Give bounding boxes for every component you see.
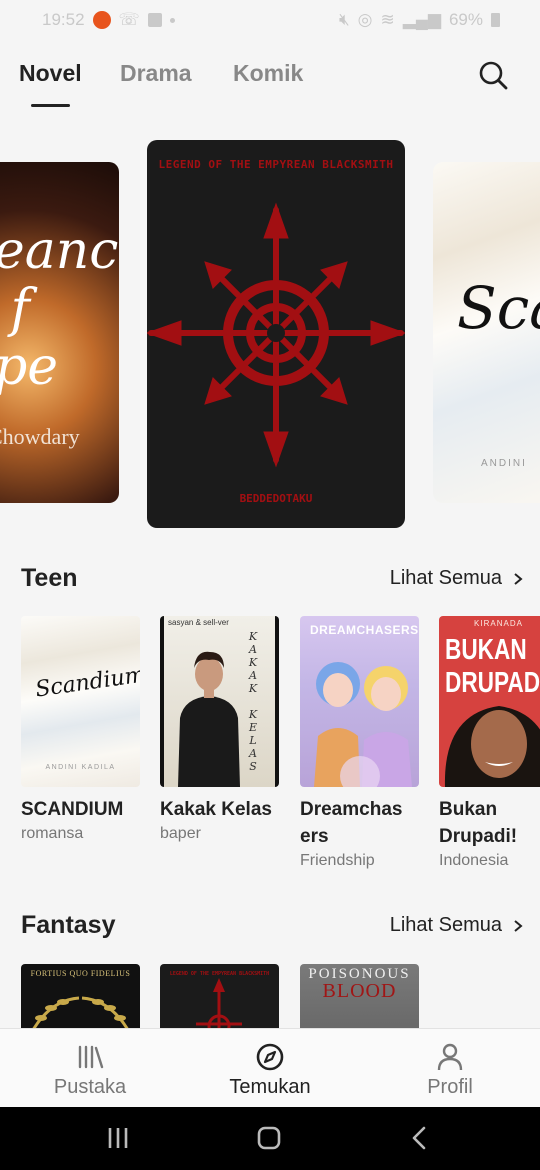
book-cover: FORTIUS QUO FIDELIUS [21,964,140,1028]
alarm-icon: ◎ [357,10,373,29]
section-title-fantasy: Fantasy [21,911,116,939]
carousel-prev-title: eance fpe [0,221,119,397]
tab-komik[interactable]: Komik [233,60,303,87]
book-cover: sasyan & sell-ver KAKAKKELAS [160,616,279,787]
status-time: 19:52 [42,10,85,29]
section-header-teen: Teen Lihat Semua [0,564,540,604]
call-icon: ☏ [118,10,140,29]
carousel-cover-prev[interactable]: eance fpe Chowdary [0,162,119,503]
carousel-next-title: Scan [457,274,540,342]
cover-portrait-image [444,706,540,787]
category-tabs: Novel Drama Komik [0,52,540,112]
carousel-current-author: BEDDEDOTAKU [239,492,313,505]
recent-apps-icon[interactable] [107,1126,129,1150]
book-cover: KIRANADA BUKAN DRUPADI [439,616,540,787]
book-title: Kakak Kelas [160,799,272,820]
book-row-fantasy: FORTIUS QUO FIDELIUS LEGEND OF THE EMPYR… [0,964,540,1028]
status-left: 19:52 ☏ [42,10,175,30]
book-tag: baper [160,825,201,842]
book-title: SCANDIUM [21,799,124,820]
laurel-wreath-icon [32,996,129,1028]
book-card[interactable]: DREAMCHASERS Dreamchas ers Friendship [300,616,419,872]
tab-drama[interactable]: Drama [120,60,192,87]
screen-record-icon [92,11,111,29]
carousel-prev-author: Chowdary [0,424,80,449]
wifi-icon: ≋ [380,10,395,29]
compass-icon [256,1043,284,1071]
cover-text: Scandium [33,662,140,703]
carousel-cover-next[interactable]: Scan ANDINI [433,162,540,503]
book-cover: LEGEND OF THE EMPYREAN BLACKSMITH [160,964,279,1028]
cover-text: KAKAKKELAS [248,630,258,773]
cover-illustration-image [314,662,412,787]
status-bar: 19:52 ☏ 🔇︎ ◎ ≋ ▂▄▆ 69% [0,0,540,40]
section-title-teen: Teen [21,564,78,592]
chaos-star-emblem [196,978,242,1028]
back-icon[interactable] [411,1126,427,1150]
library-icon [78,1045,104,1069]
book-cover: DREAMCHASERS [300,616,419,787]
book-title: Dreamchas ers [300,799,403,847]
book-tag: Friendship [300,852,375,869]
cover-portrait-image [178,651,240,787]
book-tag: romansa [21,825,84,842]
system-navigation-bar [0,1107,540,1170]
see-all-teen-button[interactable]: Lihat Semua [390,567,524,590]
nav-label: Temukan [229,1076,311,1098]
see-all-label: Lihat Semua [389,567,502,589]
see-all-fantasy-button[interactable]: Lihat Semua [390,914,524,937]
carousel-current-title: LEGEND OF THE EMPYREAN BLACKSMITH [158,158,394,171]
featured-carousel[interactable]: eance fpe Chowdary LEGEND OF THE EMPYREA… [0,140,540,530]
cover-text: BUKAN DRUPADI [445,634,540,699]
cover-subtext: sasyan & sell-ver [168,618,229,627]
nav-label: Profil [427,1076,473,1098]
tab-novel[interactable]: Novel [19,60,82,87]
person-icon [437,1043,463,1071]
book-title: Bukan Drupadi! [439,799,518,847]
chevron-right-icon [514,919,523,932]
bottom-navigation: Pustaka Temukan Profil [0,1028,540,1107]
book-card[interactable]: Scandium ANDINI KADILA SCANDIUM romansa [21,616,140,845]
notification-dot-icon [169,17,175,23]
see-all-label: Lihat Semua [389,914,502,936]
book-cover: POISONOUS BLOOD [300,964,419,1028]
cover-subtext: ANDINI KADILA [45,764,116,771]
chaos-star-emblem [147,202,405,468]
book-tag: Indonesia [439,852,509,869]
chevron-right-icon [514,572,523,585]
cover-subtext: BLOOD [322,980,397,1002]
carousel-next-author: ANDINI [481,458,527,469]
home-icon[interactable] [257,1126,281,1150]
cover-subtext: KIRANADA [474,619,523,628]
active-tab-indicator [31,104,70,107]
cover-text: DREAMCHASERS [310,623,419,637]
book-cover: Scandium ANDINI KADILA [21,616,140,787]
nav-label: Pustaka [53,1076,127,1098]
battery-level: 69% [448,10,483,29]
section-header-fantasy: Fantasy Lihat Semua [0,911,540,951]
book-card[interactable]: FORTIUS QUO FIDELIUS [21,964,140,1028]
nav-profil[interactable]: Profil [375,1043,525,1099]
book-card[interactable]: sasyan & sell-ver KAKAKKELAS Kakak Kelas… [160,616,279,845]
mute-icon: 🔇︎ [338,10,350,29]
battery-icon [491,13,500,27]
signal-icon: ▂▄▆ [402,10,441,29]
nav-temukan[interactable]: Temukan [195,1043,345,1099]
search-icon[interactable] [476,58,510,92]
status-right: 🔇︎ ◎ ≋ ▂▄▆ 69% [339,10,500,30]
book-card[interactable]: KIRANADA BUKAN DRUPADI Bukan Drupadi! Indo… [439,616,540,872]
carousel-cover-current[interactable]: LEGEND OF THE EMPYREAN BLACKSMITH BEDDED… [147,140,405,528]
cover-text: FORTIUS QUO FIDELIUS [30,969,131,978]
book-card[interactable]: LEGEND OF THE EMPYREAN BLACKSMITH [160,964,279,1028]
nav-pustaka[interactable]: Pustaka [15,1043,165,1099]
gallery-icon [147,13,162,27]
book-card[interactable]: POISONOUS BLOOD [300,964,419,1028]
